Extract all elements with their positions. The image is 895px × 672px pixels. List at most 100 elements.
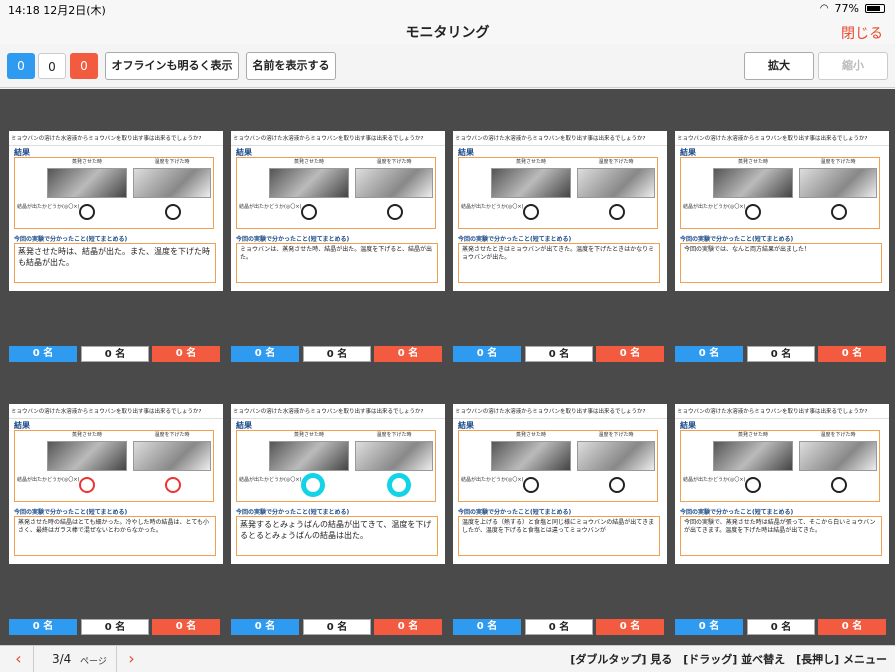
circle-mark-icon bbox=[387, 473, 411, 497]
red-count-badge[interactable]: 0 名 bbox=[152, 346, 220, 362]
worksheet-thumbnail: ミョウバンの溶けた水溶液からミョウバンを取り出す事は出来るでしょうか? 結果 蒸発さ… bbox=[675, 404, 889, 564]
red-count-badge[interactable]: 0 名 bbox=[818, 619, 886, 635]
red-count-badge[interactable]: 0 名 bbox=[596, 619, 664, 635]
result-table: 蒸発させた時 温度を下げた時 結晶が出たかどうか(◎〇×) bbox=[458, 430, 658, 502]
col-evaporate-label: 蒸発させた時 bbox=[737, 432, 768, 438]
red-count-badge[interactable]: 0 名 bbox=[152, 619, 220, 635]
white-count-badge[interactable]: 0 名 bbox=[525, 619, 593, 635]
close-button[interactable]: 閉じる bbox=[841, 23, 883, 43]
circle-mark-icon bbox=[745, 477, 761, 493]
summary-heading: 今回の実験で分かったこと(短てまとめる) bbox=[458, 236, 572, 243]
red-count-badge[interactable]: 0 名 bbox=[596, 346, 664, 362]
evaporate-photo bbox=[269, 168, 349, 198]
evaporate-photo bbox=[269, 441, 349, 471]
blue-count-badge[interactable]: 0 名 bbox=[453, 619, 521, 635]
evaporate-photo bbox=[713, 168, 793, 198]
prev-page-button[interactable]: ‹ bbox=[4, 646, 34, 672]
blue-count-badge[interactable]: 0 名 bbox=[231, 346, 299, 362]
next-page-button[interactable]: › bbox=[116, 646, 146, 672]
toolbar: 0 0 0 オフラインも明るく表示 名前を表示する 拡大 縮小 bbox=[0, 44, 895, 88]
summary-heading: 今回の実験で分かったこと(短てまとめる) bbox=[680, 236, 794, 243]
vote-badges: 0 名0 名0 名 bbox=[231, 619, 445, 635]
crystal-row-label: 結晶が出たかどうか(◎〇×) bbox=[17, 477, 80, 483]
show-names-button[interactable]: 名前を表示する bbox=[246, 52, 336, 80]
white-count-badge[interactable]: 0 名 bbox=[525, 346, 593, 362]
white-count-badge[interactable]: 0 名 bbox=[81, 619, 149, 635]
count-blue-button[interactable]: 0 bbox=[7, 53, 35, 79]
blue-count-badge[interactable]: 0 名 bbox=[675, 346, 743, 362]
summary-text: 蒸発させた時は、結晶が出た。また、温度を下げた時も結晶が出た。 bbox=[14, 243, 216, 283]
circle-mark-icon bbox=[165, 204, 181, 220]
white-count-badge[interactable]: 0 名 bbox=[303, 619, 371, 635]
circle-mark-icon bbox=[609, 204, 625, 220]
summary-heading: 今回の実験で分かったこと(短てまとめる) bbox=[458, 509, 572, 516]
circle-mark-icon bbox=[387, 204, 403, 220]
count-red-button[interactable]: 0 bbox=[70, 53, 98, 79]
worksheet-thumbnail: ミョウバンの溶けた水溶液からミョウバンを取り出す事は出来るでしょうか? 結果 蒸発さ… bbox=[675, 131, 889, 291]
white-count-badge[interactable]: 0 名 bbox=[81, 346, 149, 362]
question-text: ミョウバンの溶けた水溶液からミョウバンを取り出す事は出来るでしょうか? bbox=[675, 404, 889, 419]
crystal-row-label: 結晶が出たかどうか(◎〇×) bbox=[683, 477, 746, 483]
white-count-badge[interactable]: 0 名 bbox=[747, 619, 815, 635]
vote-badges: 0 名0 名0 名 bbox=[9, 619, 223, 635]
col-evaporate-label: 蒸発させた時 bbox=[515, 432, 546, 438]
circle-mark-icon bbox=[79, 477, 95, 493]
summary-text: 今回の実験で、蒸発させた時は結晶が張って、そこから白いミョウバンが出てきます。温… bbox=[680, 516, 882, 556]
summary-text: 今回の実験では、なんと両方結果が出ました！ bbox=[680, 243, 882, 283]
col-cool-label: 温度を下げた時 bbox=[820, 159, 856, 165]
summary-text: 温度を上げる（熱する）と食塩と同じ様にミョウバンの結晶が出てきましたが、温度を下… bbox=[458, 516, 660, 556]
question-text: ミョウバンの溶けた水溶液からミョウバンを取り出す事は出来るでしょうか? bbox=[453, 131, 667, 146]
result-table: 蒸発させた時 温度を下げた時 結晶が出たかどうか(◎〇×) bbox=[680, 157, 880, 229]
summary-text: 蒸発するとみょうばんの結晶が出てきて、温度を下げるとるとみょうばんの結晶は出た。 bbox=[236, 516, 438, 556]
cool-photo bbox=[799, 168, 877, 198]
col-evaporate-label: 蒸発させた時 bbox=[515, 159, 546, 165]
question-text: ミョウバンの溶けた水溶液からミョウバンを取り出す事は出来るでしょうか? bbox=[231, 404, 445, 419]
col-evaporate-label: 蒸発させた時 bbox=[293, 159, 324, 165]
evaporate-photo bbox=[47, 441, 127, 471]
vote-badges: 0 名0 名0 名 bbox=[9, 346, 223, 362]
count-white-button[interactable]: 0 bbox=[38, 53, 66, 79]
white-count-badge[interactable]: 0 名 bbox=[303, 346, 371, 362]
blue-count-badge[interactable]: 0 名 bbox=[231, 619, 299, 635]
cool-photo bbox=[133, 168, 211, 198]
question-text: ミョウバンの溶けた水溶液からミョウバンを取り出す事は出来るでしょうか? bbox=[453, 404, 667, 419]
evaporate-photo bbox=[713, 441, 793, 471]
question-text: ミョウバンの溶けた水溶液からミョウバンを取り出す事は出来るでしょうか? bbox=[675, 131, 889, 146]
blue-count-badge[interactable]: 0 名 bbox=[9, 619, 77, 635]
cool-photo bbox=[577, 168, 655, 198]
circle-mark-icon bbox=[165, 477, 181, 493]
worksheet-thumbnail: ミョウバンの溶けた水溶液からミョウバンを取り出す事は出来るでしょうか? 結果 蒸発さ… bbox=[453, 404, 667, 564]
worksheet-thumbnail: ミョウバンの溶けた水溶液からミョウバンを取り出す事は出来るでしょうか? 結果 蒸発さ… bbox=[9, 131, 223, 291]
vote-badges: 0 名0 名0 名 bbox=[453, 346, 667, 362]
circle-mark-icon bbox=[831, 477, 847, 493]
summary-heading: 今回の実験で分かったこと(短てまとめる) bbox=[14, 236, 128, 243]
white-count-badge[interactable]: 0 名 bbox=[747, 346, 815, 362]
circle-mark-icon bbox=[609, 477, 625, 493]
question-text: ミョウバンの溶けた水溶液からミョウバンを取り出す事は出来るでしょうか? bbox=[9, 404, 223, 419]
evaporate-photo bbox=[491, 441, 571, 471]
vote-badges: 0 名0 名0 名 bbox=[453, 619, 667, 635]
nav-bar: モニタリング 閉じる bbox=[0, 18, 895, 44]
crystal-row-label: 結晶が出たかどうか(◎〇×) bbox=[239, 204, 302, 210]
col-cool-label: 温度を下げた時 bbox=[820, 432, 856, 438]
evaporate-photo bbox=[491, 168, 571, 198]
evaporate-photo bbox=[47, 168, 127, 198]
result-table: 蒸発させた時 温度を下げた時結晶が出たかどうか(◎〇×) bbox=[680, 430, 880, 502]
summary-heading: 今回の実験で分かったこと(短てまとめる) bbox=[236, 509, 350, 516]
blue-count-badge[interactable]: 0 名 bbox=[9, 346, 77, 362]
blue-count-badge[interactable]: 0 名 bbox=[675, 619, 743, 635]
col-cool-label: 温度を下げた時 bbox=[154, 432, 190, 438]
red-count-badge[interactable]: 0 名 bbox=[374, 619, 442, 635]
summary-text: ミョウバンは、蒸発させた時、結晶が出た。温度を下げると、結晶が出た。 bbox=[236, 243, 438, 283]
red-count-badge[interactable]: 0 名 bbox=[818, 346, 886, 362]
battery-icon bbox=[865, 4, 885, 13]
summary-heading: 今回の実験で分かったこと(短てまとめる) bbox=[680, 509, 794, 516]
zoom-out-button[interactable]: 縮小 bbox=[818, 52, 888, 80]
status-bar: 14:18 12月2日(木) ◠ 77% bbox=[0, 0, 895, 18]
summary-heading: 今回の実験で分かったこと(短てまとめる) bbox=[236, 236, 350, 243]
zoom-in-button[interactable]: 拡大 bbox=[744, 52, 814, 80]
blue-count-badge[interactable]: 0 名 bbox=[453, 346, 521, 362]
show-offline-button[interactable]: オフラインも明るく表示 bbox=[105, 52, 239, 80]
red-count-badge[interactable]: 0 名 bbox=[374, 346, 442, 362]
circle-mark-icon bbox=[79, 204, 95, 220]
